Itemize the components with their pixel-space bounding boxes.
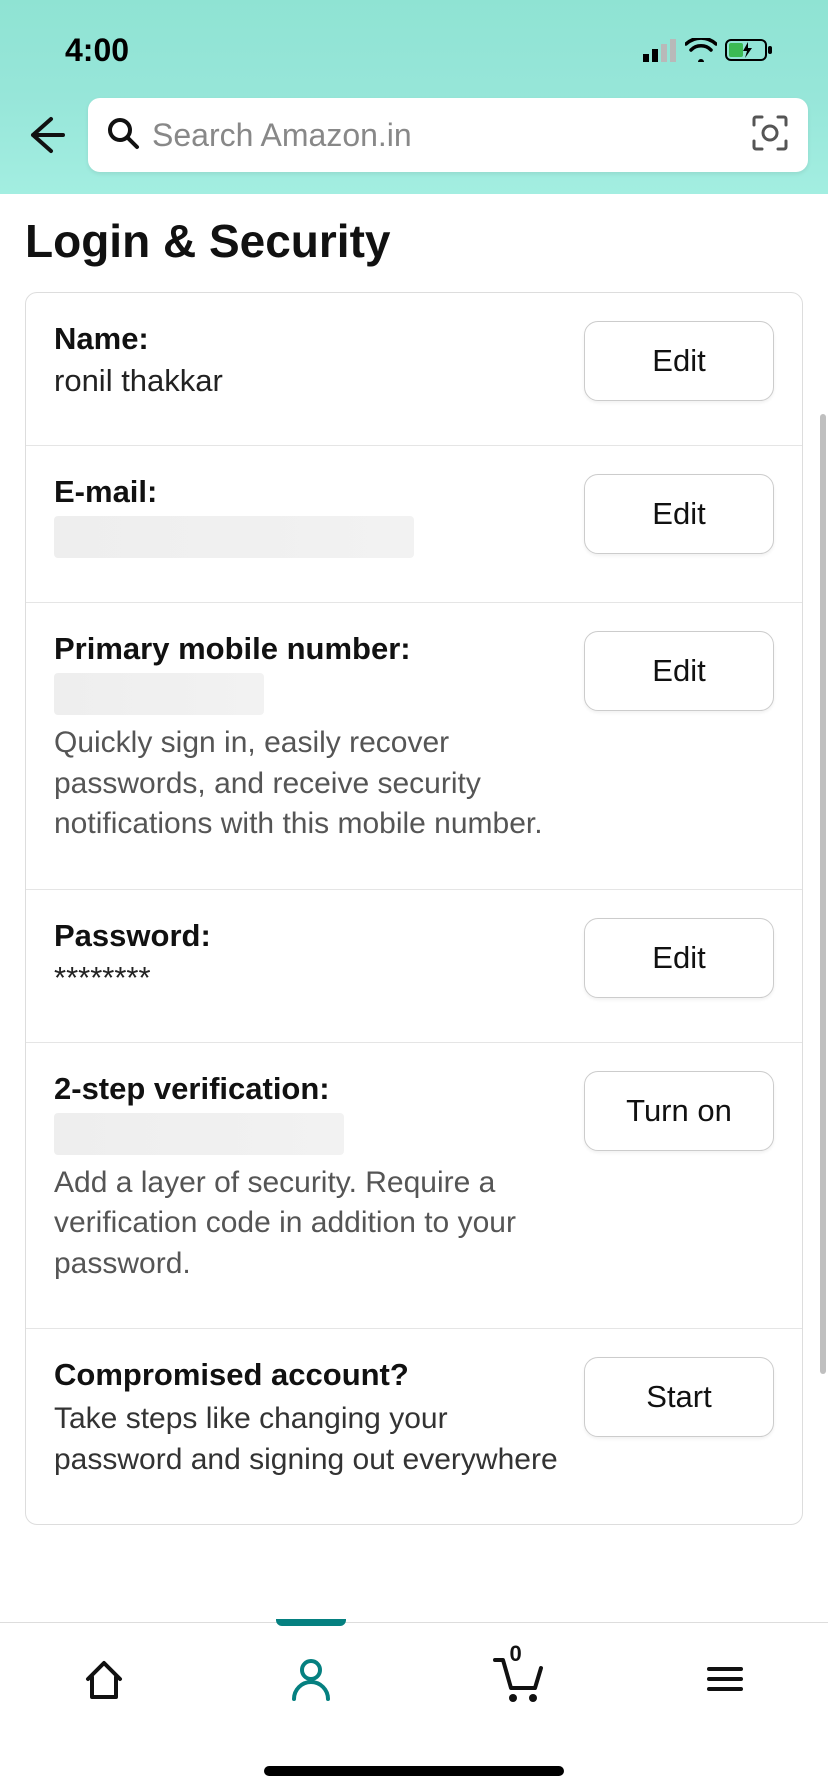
search-box[interactable]: [88, 98, 808, 172]
setting-row-email: E-mail: Edit: [26, 446, 802, 603]
phone-desc: Quickly sign in, easily recover password…: [54, 723, 564, 845]
back-button[interactable]: [20, 110, 70, 160]
home-indicator[interactable]: [264, 1766, 564, 1776]
user-icon: [287, 1655, 335, 1703]
bottom-nav: 0: [0, 1622, 828, 1792]
arrow-left-icon: [23, 113, 67, 157]
twostep-value-redacted: [54, 1113, 344, 1155]
status-bar: 4:00: [0, 20, 828, 80]
phone-label: Primary mobile number:: [54, 631, 564, 667]
search-icon: [106, 116, 140, 155]
setting-row-password: Password: ******** Edit: [26, 890, 802, 1043]
password-label: Password:: [54, 918, 564, 954]
email-label: E-mail:: [54, 474, 564, 510]
cart-count: 0: [510, 1641, 522, 1667]
twostep-desc: Add a layer of security. Require a verif…: [54, 1163, 564, 1285]
home-icon: [80, 1655, 128, 1703]
password-value: ********: [54, 960, 564, 996]
setting-row-phone: Primary mobile number: Quickly sign in, …: [26, 603, 802, 890]
nav-account[interactable]: [281, 1649, 341, 1709]
name-value: ronil thakkar: [54, 363, 564, 399]
scan-icon[interactable]: [750, 113, 790, 158]
nav-home[interactable]: [74, 1649, 134, 1709]
page-title: Login & Security: [0, 194, 828, 292]
nav-active-indicator: [207, 1619, 414, 1626]
status-time: 4:00: [65, 32, 129, 69]
edit-password-button[interactable]: Edit: [584, 918, 774, 998]
phone-value-redacted: [54, 673, 264, 715]
nav-menu[interactable]: [695, 1649, 755, 1709]
menu-icon: [703, 1657, 747, 1701]
turn-on-twostep-button[interactable]: Turn on: [584, 1071, 774, 1151]
compromised-desc: Take steps like changing your password a…: [54, 1399, 564, 1480]
wifi-icon: [685, 38, 717, 62]
edit-email-button[interactable]: Edit: [584, 474, 774, 554]
compromised-label: Compromised account?: [54, 1357, 564, 1393]
setting-row-compromised: Compromised account? Take steps like cha…: [26, 1329, 802, 1524]
signal-icon: [643, 38, 677, 62]
setting-row-twostep: 2-step verification: Add a layer of secu…: [26, 1043, 802, 1330]
email-value-redacted: [54, 516, 414, 558]
setting-row-name: Name: ronil thakkar Edit: [26, 293, 802, 446]
twostep-label: 2-step verification:: [54, 1071, 564, 1107]
nav-cart[interactable]: 0: [488, 1649, 548, 1709]
scrollbar[interactable]: [820, 414, 826, 1374]
edit-name-button[interactable]: Edit: [584, 321, 774, 401]
settings-card: Name: ronil thakkar Edit E-mail: Edit Pr…: [25, 292, 803, 1525]
search-input[interactable]: [152, 117, 738, 154]
status-icons: [643, 38, 773, 62]
start-compromised-button[interactable]: Start: [584, 1357, 774, 1437]
edit-phone-button[interactable]: Edit: [584, 631, 774, 711]
battery-icon: [725, 38, 773, 62]
name-label: Name:: [54, 321, 564, 357]
